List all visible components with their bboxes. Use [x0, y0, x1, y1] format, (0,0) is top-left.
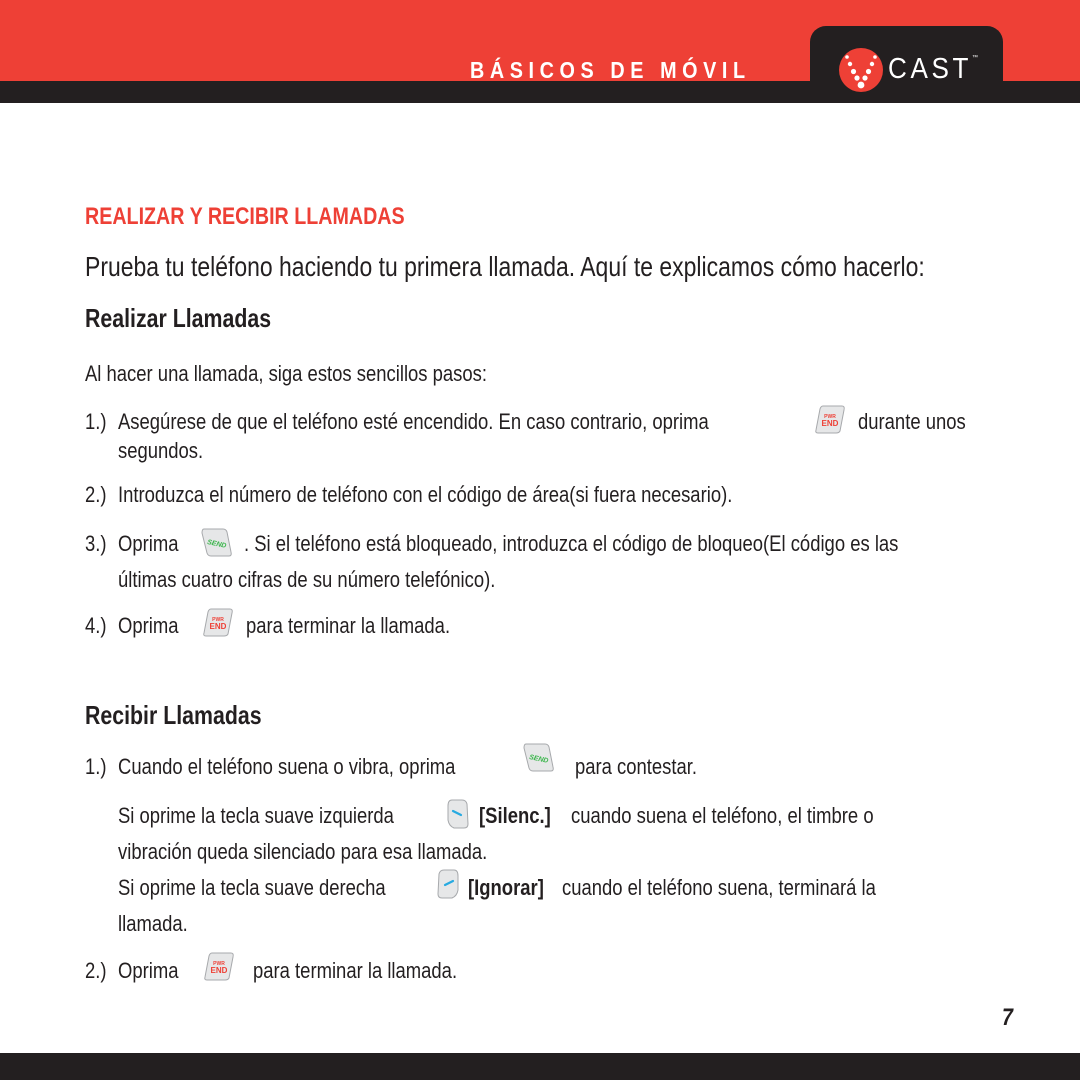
- footer-bar: [0, 1053, 1080, 1080]
- svg-text:END: END: [210, 622, 227, 631]
- intro-text: Prueba tu teléfono haciendo tu primera l…: [85, 251, 925, 282]
- section-heading: REALIZAR Y RECIBIR LLAMADAS: [85, 203, 405, 230]
- note-text-after-label: cuando el teléfono suena, terminará la: [562, 875, 876, 900]
- pwr-end-key-icon: PWR END: [815, 405, 845, 434]
- note-text-continuation: llamada.: [118, 911, 188, 936]
- trademark-mark: ™: [972, 55, 978, 61]
- step-text: Oprima: [118, 531, 179, 556]
- step-number: 2.): [85, 958, 107, 983]
- make-calls-title: Realizar Llamadas: [85, 303, 272, 333]
- step-text-after-key: durante unos: [858, 409, 966, 434]
- note-text-continuation: vibración queda silenciado para esa llam…: [118, 839, 488, 864]
- vcast-v-logo-icon: [839, 48, 883, 92]
- step-number: 4.): [85, 613, 107, 638]
- send-key-icon: SEND: [523, 743, 554, 772]
- step-text-continuation: últimas cuatro cifras de su número telef…: [118, 567, 496, 592]
- pwr-end-key-icon: PWR END: [203, 608, 233, 637]
- left-soft-key-icon: [447, 799, 469, 829]
- step-text-after-key: para terminar la llamada.: [246, 613, 451, 638]
- send-key-icon: SEND: [201, 528, 232, 557]
- silenc-label: [Silenc.]: [479, 803, 551, 828]
- step-text: Oprima: [118, 613, 179, 638]
- step-text-after-key: para contestar.: [575, 754, 698, 779]
- step-number: 1.): [85, 754, 107, 779]
- receive-calls-title: Recibir Llamadas: [85, 700, 262, 730]
- pwr-end-key-icon: PWR END: [204, 952, 234, 981]
- note-text: Si oprime la tecla suave izquierda: [118, 803, 394, 828]
- step-text-continuation: segundos.: [118, 438, 204, 463]
- step-text-after-key: para terminar la llamada.: [253, 958, 458, 983]
- step-number: 2.): [85, 482, 107, 507]
- svg-text:END: END: [211, 966, 228, 975]
- step-text: Cuando el teléfono suena o vibra, oprima: [118, 754, 456, 779]
- step-number: 3.): [85, 531, 107, 556]
- step-text: Introduzca el número de teléfono con el …: [118, 482, 733, 507]
- vcast-logo-text: CAST: [888, 53, 973, 85]
- page-number: 7: [1002, 1004, 1013, 1031]
- ignorar-label: [Ignorar]: [468, 875, 544, 900]
- page-header-title: BÁSICOS DE MÓVIL: [470, 57, 751, 83]
- step-text: Oprima: [118, 958, 179, 983]
- step-text: Asegúrese de que el teléfono esté encend…: [118, 409, 709, 434]
- step-text-after-key: . Si el teléfono está bloqueado, introdu…: [244, 531, 899, 556]
- svg-text:END: END: [822, 419, 839, 428]
- note-text-after-label: cuando suena el teléfono, el timbre o: [571, 803, 874, 828]
- note-text: Si oprime la tecla suave derecha: [118, 875, 386, 900]
- step-number: 1.): [85, 409, 107, 434]
- right-soft-key-icon: [437, 869, 459, 899]
- make-calls-lead: Al hacer una llamada, siga estos sencill…: [85, 361, 488, 386]
